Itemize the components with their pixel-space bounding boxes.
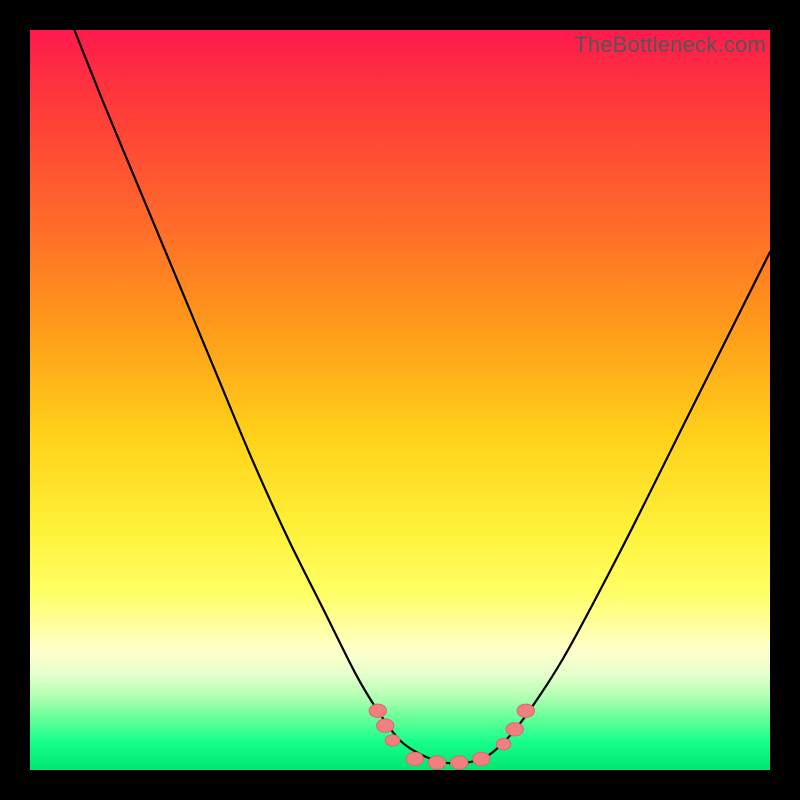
watermark-text: TheBottleneck.com xyxy=(574,32,766,58)
curve-marker xyxy=(451,756,468,769)
plot-area xyxy=(30,30,770,770)
curve-marker xyxy=(406,752,423,765)
curve-marker xyxy=(506,723,523,736)
curve-marker xyxy=(517,704,534,717)
curve-marker xyxy=(377,719,394,732)
chart-svg xyxy=(30,30,770,770)
curve-marker xyxy=(369,704,386,717)
bottleneck-curve xyxy=(74,30,770,763)
curve-marker xyxy=(428,756,445,769)
curve-marker xyxy=(385,735,400,746)
chart-frame: TheBottleneck.com xyxy=(0,0,800,800)
curve-marker xyxy=(473,752,490,765)
curve-marker xyxy=(496,738,511,749)
